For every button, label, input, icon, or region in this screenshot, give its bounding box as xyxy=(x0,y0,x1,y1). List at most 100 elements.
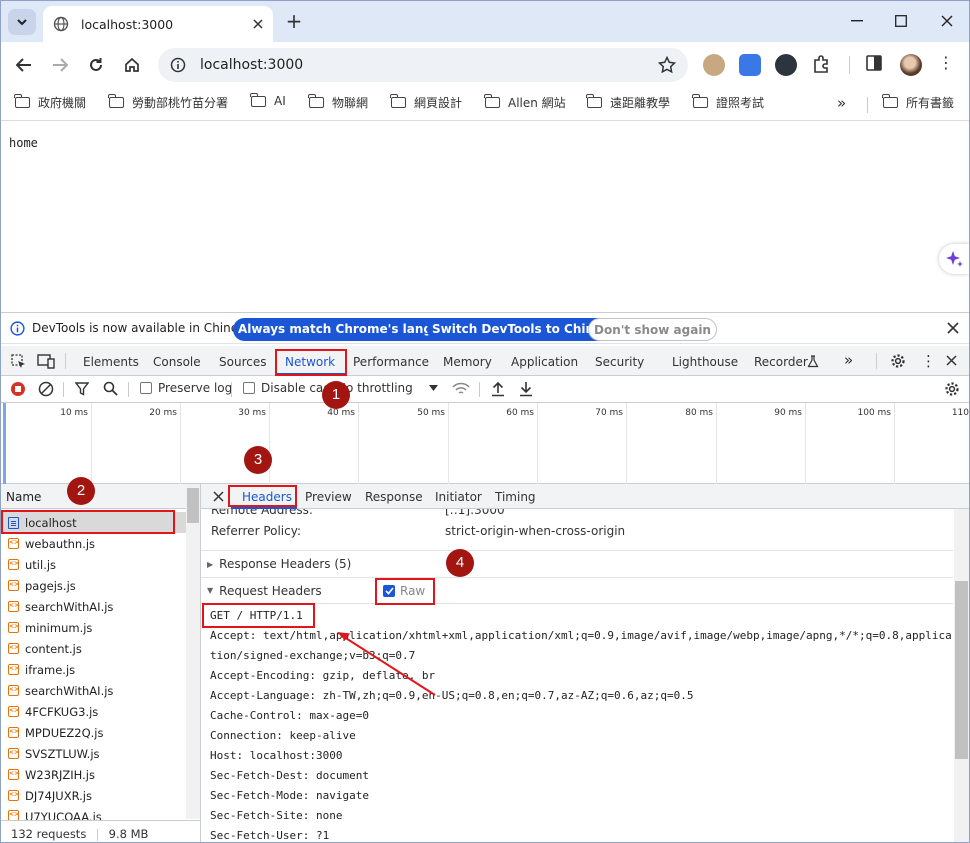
network-settings-gear-icon[interactable] xyxy=(944,381,960,397)
reload-button[interactable] xyxy=(85,54,107,76)
record-stop-icon[interactable] xyxy=(10,381,26,397)
minimize-button[interactable] xyxy=(844,11,870,31)
more-tabs-button[interactable]: » xyxy=(844,351,853,369)
extension-globe-icon[interactable] xyxy=(703,54,725,76)
scrollbar-thumb[interactable] xyxy=(187,488,199,523)
tab-response[interactable]: Response xyxy=(365,490,423,504)
annotation-arrow xyxy=(337,632,436,696)
all-bookmarks-folder[interactable]: 所有書籤 xyxy=(882,94,954,111)
request-row[interactable]: <> iframe.js xyxy=(1,659,186,680)
browser-tab[interactable]: localhost:3000 xyxy=(43,6,273,42)
request-row[interactable]: <> content.js xyxy=(1,638,186,659)
request-row[interactable]: <> DJ74JUXR.js xyxy=(1,785,186,806)
request-name: searchWithAI.js xyxy=(25,599,114,614)
request-list-scrollbar[interactable] xyxy=(186,484,200,819)
device-toolbar-icon[interactable] xyxy=(37,354,55,369)
bookmark-folder[interactable]: Allen 網站 xyxy=(484,94,566,111)
back-button[interactable] xyxy=(13,54,35,76)
bookmark-folder[interactable]: AI xyxy=(250,92,286,108)
bookmark-star-icon[interactable] xyxy=(658,56,676,74)
site-info-icon[interactable] xyxy=(170,57,186,73)
scrollbar-thumb[interactable] xyxy=(955,581,968,759)
tab-elements[interactable]: Elements xyxy=(83,355,139,369)
more-bookmarks-button[interactable]: » xyxy=(837,94,846,112)
extension-chat-icon[interactable] xyxy=(775,54,797,76)
close-details-icon[interactable] xyxy=(213,491,224,502)
response-headers-section[interactable]: ▶ Response Headers (5) xyxy=(201,550,953,577)
clear-icon[interactable] xyxy=(38,381,54,397)
request-row[interactable]: <> 4FCFKUG3.js xyxy=(1,701,186,722)
raw-header-line: Host: localhost:3000 xyxy=(210,749,343,762)
new-tab-button[interactable]: + xyxy=(283,11,305,33)
preserve-log-label: Preserve log xyxy=(158,381,233,395)
close-devtools-icon[interactable] xyxy=(946,355,957,366)
request-row[interactable]: <> W23RJZIH.js xyxy=(1,764,186,785)
tab-memory[interactable]: Memory xyxy=(443,355,492,369)
tab-lighthouse[interactable]: Lighthouse xyxy=(672,355,738,369)
dont-show-again-button[interactable]: Don't show again xyxy=(588,318,717,341)
ai-assistant-button[interactable] xyxy=(939,244,969,274)
extension-translate-icon[interactable] xyxy=(739,54,761,76)
devtools-menu-kebab-icon[interactable]: ⋮ xyxy=(921,352,936,370)
profile-avatar[interactable] xyxy=(900,54,922,76)
close-infobar-icon[interactable] xyxy=(947,322,959,334)
tab-performance[interactable]: Performance xyxy=(353,355,429,369)
request-row[interactable]: <> util.js xyxy=(1,554,186,575)
close-window-button[interactable] xyxy=(934,11,960,31)
import-har-icon[interactable] xyxy=(491,381,505,397)
tab-timing[interactable]: Timing xyxy=(495,490,536,504)
network-status-bar: 132 requests 9.8 MB transferred xyxy=(1,820,200,842)
address-bar[interactable]: localhost:3000 xyxy=(158,48,688,82)
search-icon[interactable] xyxy=(103,381,118,396)
tab-security[interactable]: Security xyxy=(595,355,644,369)
tab-recorder[interactable]: Recorder xyxy=(754,355,808,369)
filter-icon[interactable] xyxy=(75,382,89,396)
info-icon xyxy=(10,321,25,336)
tab-initiator[interactable]: Initiator xyxy=(435,490,482,504)
timeline-gridline xyxy=(537,403,538,484)
request-row[interactable]: <> searchWithAI.js xyxy=(1,596,186,617)
request-row[interactable]: <> minimum.js xyxy=(1,617,186,638)
forward-button[interactable] xyxy=(49,54,71,76)
timeline-gridline xyxy=(716,403,717,484)
inspect-element-icon[interactable] xyxy=(11,354,27,370)
bookmark-folder[interactable]: 網頁設計 xyxy=(390,94,462,111)
tab-application[interactable]: Application xyxy=(511,355,578,369)
settings-gear-icon[interactable] xyxy=(890,353,906,369)
timeline-gridline xyxy=(269,403,270,484)
bookmark-folder[interactable]: 證照考試 xyxy=(692,94,764,111)
infobar-message: DevTools is now available in Chinese! xyxy=(32,321,257,335)
request-row[interactable]: <> MPDUEZ2Q.js xyxy=(1,722,186,743)
bookmark-folder[interactable]: 遠距離教學 xyxy=(586,94,671,111)
request-headers-section[interactable]: ▼ Request Headers Raw xyxy=(201,577,953,604)
throttling-select[interactable]: No throttling xyxy=(337,381,438,395)
bookmark-folder[interactable]: 物聯網 xyxy=(308,94,368,111)
request-row[interactable]: <> U7YUCOAA.js xyxy=(1,806,186,820)
request-name: minimum.js xyxy=(25,620,93,635)
tab-console[interactable]: Console xyxy=(153,355,201,369)
details-scrollbar[interactable] xyxy=(954,509,969,842)
request-row[interactable]: <> SVSZTLUW.js xyxy=(1,743,186,764)
script-file-icon: <> xyxy=(8,748,19,759)
close-tab-icon[interactable] xyxy=(253,19,263,29)
menu-kebab-icon[interactable]: ⋮ xyxy=(938,54,954,76)
request-row[interactable]: <> searchWithAI.js xyxy=(1,680,186,701)
script-file-icon: <> xyxy=(8,664,19,675)
tab-preview[interactable]: Preview xyxy=(305,490,352,504)
export-har-icon[interactable] xyxy=(519,381,533,397)
request-row[interactable]: <> pagejs.js xyxy=(1,575,186,596)
script-file-icon: <> xyxy=(8,769,19,780)
extensions-puzzle-icon[interactable] xyxy=(811,54,833,76)
bookmark-label: 遠距離教學 xyxy=(610,96,671,110)
preserve-log-checkbox[interactable]: Preserve log xyxy=(140,381,232,395)
side-panel-icon[interactable] xyxy=(865,54,887,76)
tab-sources[interactable]: Sources xyxy=(219,355,266,369)
network-timeline-overview[interactable]: 10 ms 20 ms 30 ms 40 ms 50 ms 60 ms 70 m… xyxy=(1,403,969,484)
request-row[interactable]: <> webauthn.js xyxy=(1,533,186,554)
bookmark-folder[interactable]: 勞動部桃竹苗分署 xyxy=(108,94,228,111)
network-conditions-icon[interactable] xyxy=(452,382,470,396)
maximize-button[interactable] xyxy=(888,11,914,31)
bookmark-folder[interactable]: 政府機關 xyxy=(14,94,86,111)
tab-search-button[interactable] xyxy=(8,9,36,35)
home-button[interactable] xyxy=(121,54,143,76)
